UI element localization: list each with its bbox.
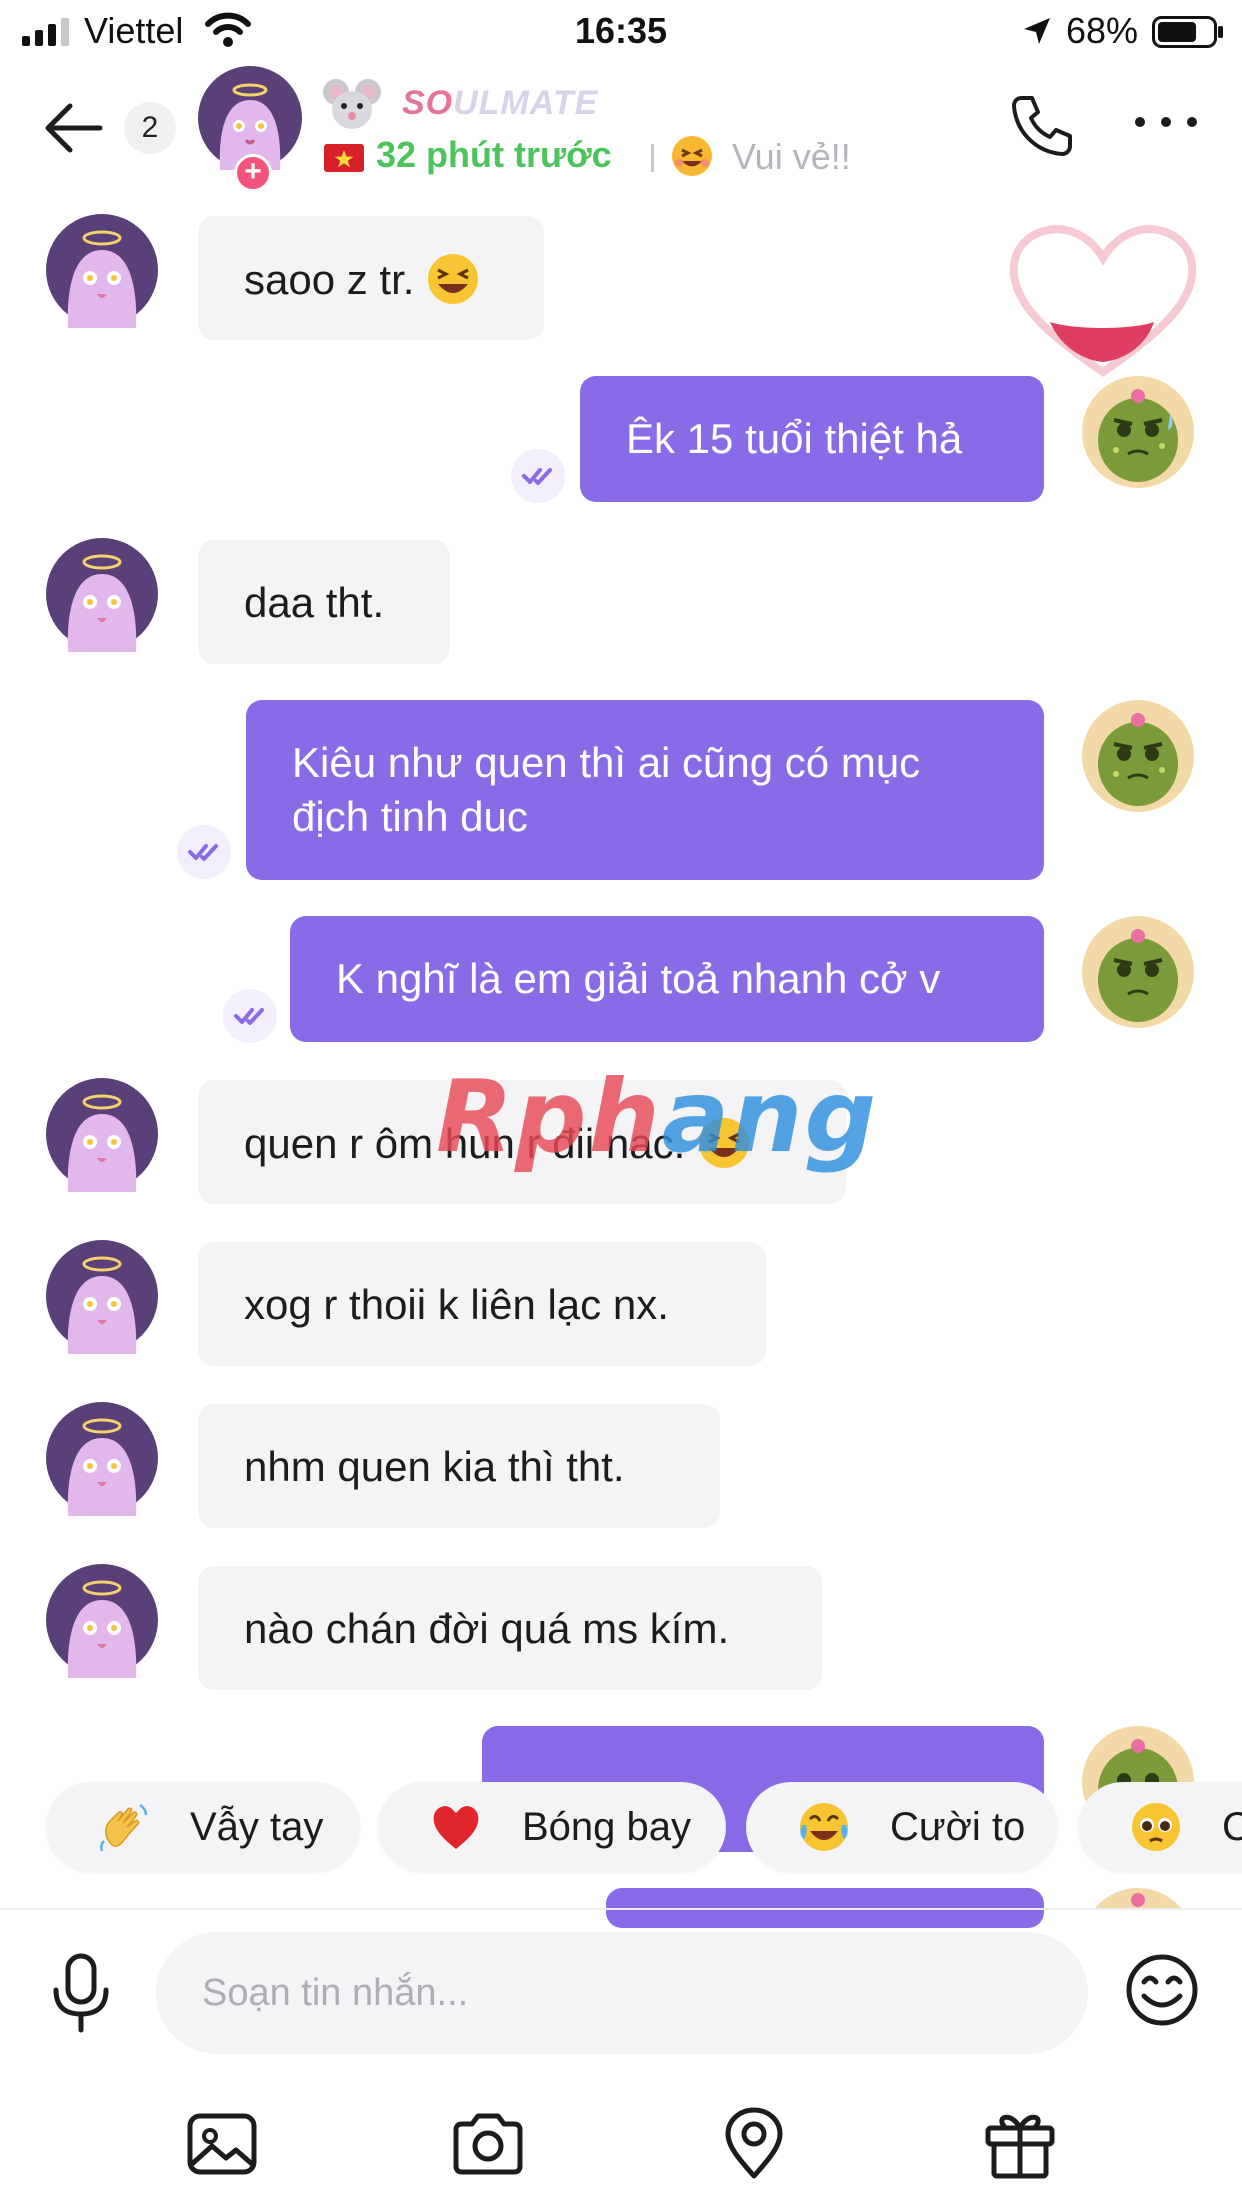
quick-reply-pleading[interactable]: C	[1078, 1782, 1242, 1872]
waving-hand-icon	[100, 1803, 148, 1852]
read-receipt-icon	[177, 825, 231, 879]
mood-status: Vui vẻ!!	[732, 136, 851, 177]
avatar[interactable]	[1080, 1886, 1196, 1910]
status-bar: Viettel 16:35 68%	[0, 0, 1242, 62]
message-bubble-incoming[interactable]: daa tht.	[198, 540, 450, 664]
message-text: nào chán đời quá ms kím.	[244, 1605, 730, 1652]
avatar[interactable]	[1080, 914, 1196, 1030]
contact-name: SOULMATE	[402, 84, 599, 122]
message-input[interactable]	[156, 1932, 1088, 2054]
emoji-picker-button[interactable]	[1124, 1952, 1200, 2028]
more-options-button[interactable]	[1130, 102, 1202, 142]
battery-percent: 68%	[1066, 10, 1139, 51]
laughing-face-icon	[428, 254, 479, 304]
message-text: saoo z tr.	[244, 256, 415, 303]
back-button[interactable]	[42, 100, 106, 156]
read-receipt-icon	[511, 449, 565, 503]
happy-face-icon	[672, 136, 712, 176]
message-text: nhm quen kia thì tht.	[244, 1443, 625, 1490]
quick-reply-label: Vẫy tay	[190, 1804, 324, 1849]
camera-icon[interactable]	[450, 2106, 526, 2182]
red-heart-icon	[433, 1806, 479, 1849]
avatar[interactable]	[44, 212, 160, 328]
pleading-face-icon	[1132, 1803, 1180, 1851]
message-bubble-incoming[interactable]: quen r ôm hun r đii nac.	[198, 1080, 846, 1204]
message-bubble-outgoing[interactable]: K nghĩ là em giải toả nhanh cở v	[290, 916, 1044, 1042]
tears-of-joy-icon	[800, 1803, 848, 1851]
microphone-button[interactable]	[50, 1952, 112, 2034]
vietnam-flag-icon	[324, 144, 364, 172]
message-text: Êk 15 tuổi thiệt hả	[626, 415, 963, 462]
message-text: K nghĩ là em giải toả nhanh cở v	[336, 955, 941, 1002]
heart-sticker-icon	[1009, 225, 1197, 377]
quick-reply-label: Bóng bay	[522, 1804, 692, 1849]
quick-reply-balloon[interactable]: Bóng bay	[378, 1782, 726, 1872]
location-icon[interactable]	[716, 2106, 792, 2182]
attachment-toolbar	[0, 2096, 1242, 2186]
unread-count-badge[interactable]: 2	[124, 102, 176, 154]
phone-call-button[interactable]	[1008, 92, 1074, 158]
message-text: quen r ôm hun r đii nac.	[244, 1120, 686, 1167]
message-text: xog r thoii k liên lạc nx.	[244, 1281, 669, 1328]
image-icon[interactable]	[184, 2106, 260, 2182]
message-bubble-outgoing[interactable]: Kiêu như quen thì ai cũng có mục địch ti…	[246, 700, 1044, 880]
avatar[interactable]	[1080, 374, 1196, 490]
last-seen-status: 32 phút trước	[376, 134, 612, 175]
battery-icon	[1152, 16, 1223, 48]
avatar[interactable]	[1080, 698, 1196, 814]
message-bubble-incoming[interactable]: saoo z tr.	[198, 216, 544, 340]
message-bubble-incoming[interactable]: nhm quen kia thì tht.	[198, 1404, 720, 1528]
quick-reply-label: Cười to	[890, 1804, 1026, 1849]
avatar[interactable]	[44, 536, 160, 652]
message-text: Kiêu như quen thì ai cũng có mục địch ti…	[292, 739, 921, 840]
read-receipt-icon	[223, 989, 277, 1043]
quick-reply-laugh[interactable]: Cười to	[746, 1782, 1058, 1872]
message-bubble-incoming[interactable]: nào chán đời quá ms kím.	[198, 1566, 822, 1690]
message-bubble-incoming[interactable]: xog r thoii k liên lạc nx.	[198, 1242, 766, 1366]
message-text: daa tht.	[244, 579, 385, 626]
quick-reply-wave[interactable]: Vẫy tay	[46, 1782, 360, 1872]
gift-icon[interactable]	[982, 2106, 1058, 2182]
add-friend-icon[interactable]: +	[234, 154, 272, 192]
divider	[0, 1908, 1242, 1910]
divider	[651, 144, 654, 172]
location-arrow-icon	[1024, 18, 1050, 44]
mouse-face-icon	[323, 79, 381, 129]
quick-reply-label: C	[1222, 1804, 1242, 1849]
avatar[interactable]	[44, 1562, 160, 1678]
clock: 16:35	[574, 10, 668, 51]
avatar[interactable]	[44, 1238, 160, 1354]
avatar[interactable]	[44, 1400, 160, 1516]
quick-reaction-bar: Vẫy tay Bóng bay Cười to C	[0, 1778, 1242, 1878]
squinting-laugh-icon	[698, 1118, 749, 1168]
avatar[interactable]	[44, 1076, 160, 1192]
chat-header: 2 + SOULMATE 32 phút trước Vui vẻ!!	[0, 62, 1242, 192]
message-bubble-outgoing[interactable]: Êk 15 tuổi thiệt hả	[580, 376, 1044, 502]
